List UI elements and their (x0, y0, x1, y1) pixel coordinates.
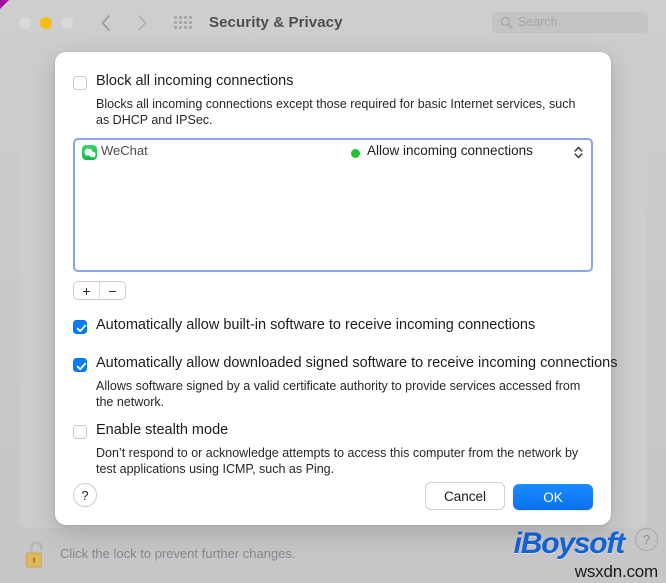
allow-builtin-checkbox[interactable] (73, 320, 87, 334)
site-watermark: wsxdn.com (574, 562, 658, 581)
allow-signed-description: Allows software signed by a valid certif… (96, 379, 581, 409)
search-input[interactable]: Search (492, 12, 648, 33)
allow-builtin-label: Automatically allow built-in software to… (96, 317, 536, 333)
minimize-button[interactable] (40, 17, 52, 29)
allow-signed-label: Automatically allow downloaded signed so… (96, 355, 618, 371)
stealth-mode-label: Enable stealth mode (96, 422, 229, 438)
block-all-incoming-description: Blocks all incoming connections except t… (96, 97, 576, 127)
search-placeholder: Search (518, 15, 558, 29)
window-toolbar: Security & Privacy Search (0, 0, 666, 44)
show-all-grid-icon[interactable] (174, 16, 192, 30)
brand-watermark: iBoysoft (513, 527, 626, 560)
app-connection-status: Allow incoming connections (367, 143, 533, 158)
allowed-apps-list[interactable]: WeChat Allow incoming connections (73, 138, 593, 272)
search-icon (500, 16, 513, 29)
help-button-bottom[interactable]: ? (635, 528, 658, 551)
add-remove-app-group[interactable]: + − (73, 281, 126, 300)
cancel-button[interactable]: Cancel (425, 482, 505, 510)
status-badge (351, 149, 360, 158)
allow-signed-checkbox[interactable] (73, 358, 87, 372)
firewall-options-sheet: Block all incoming connections Blocks al… (55, 52, 617, 525)
chevron-updown-icon[interactable] (573, 144, 584, 161)
block-all-incoming-label: Block all incoming connections (96, 73, 294, 89)
add-app-button[interactable]: + (74, 282, 99, 299)
stealth-mode-checkbox[interactable] (73, 425, 87, 439)
remove-app-button[interactable]: − (99, 282, 125, 299)
block-all-incoming-checkbox[interactable] (73, 76, 87, 90)
list-item[interactable]: WeChat Allow incoming connections (75, 140, 591, 165)
lock-bar: Click the lock to prevent further change… (0, 527, 666, 583)
zoom-button[interactable] (61, 17, 73, 29)
page-title: Security & Privacy (209, 14, 343, 31)
lock-caption: Click the lock to prevent further change… (60, 546, 296, 561)
app-name: WeChat (101, 143, 148, 158)
wechat-icon (82, 145, 97, 160)
chevron-right-icon[interactable] (132, 12, 152, 34)
chevron-left-icon[interactable] (96, 12, 116, 34)
ok-button[interactable]: OK (513, 484, 593, 510)
help-button[interactable]: ? (73, 483, 97, 507)
lock-open-icon[interactable] (22, 536, 50, 574)
close-button[interactable] (19, 17, 31, 29)
stealth-mode-description: Don’t respond to or acknowledge attempts… (96, 446, 579, 476)
